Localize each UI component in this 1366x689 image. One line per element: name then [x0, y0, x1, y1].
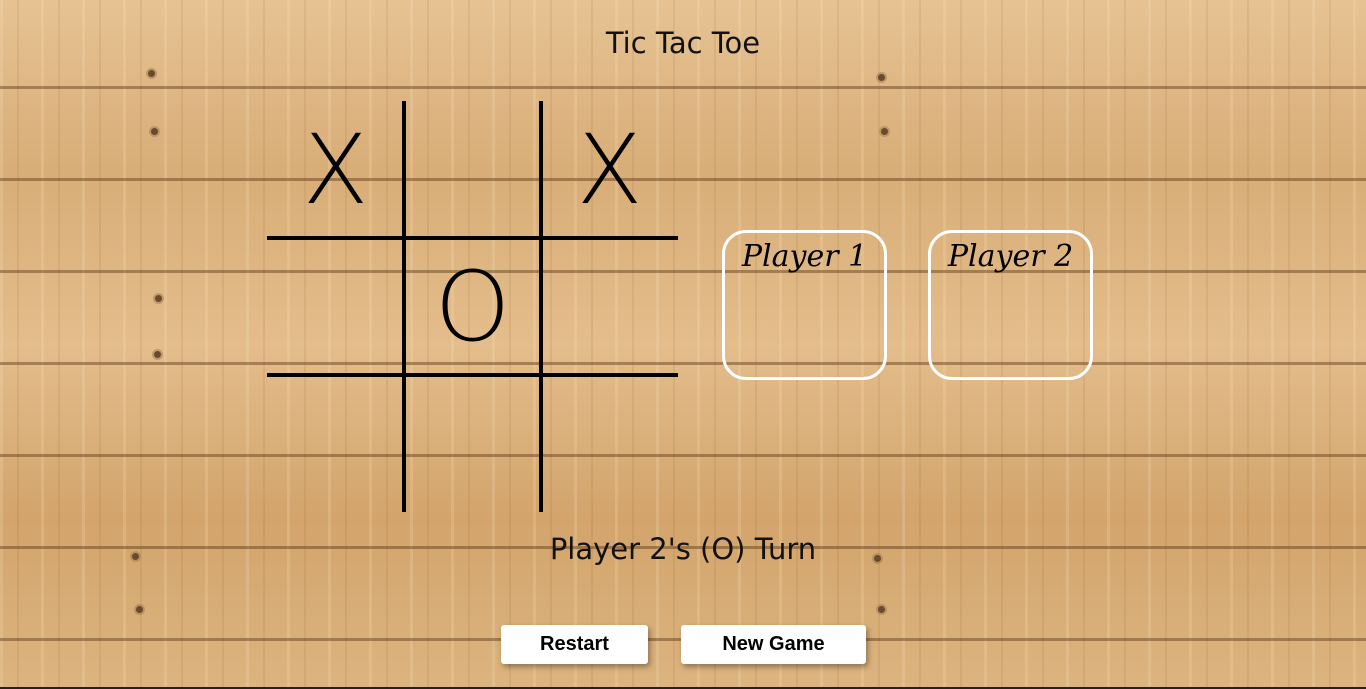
game-page: { "title": "Tic Tac Toe", "board": { "ce… [0, 0, 1366, 689]
board-cell[interactable] [267, 238, 404, 375]
board-cell[interactable] [404, 101, 541, 238]
player-2-card: Player 2 [928, 230, 1093, 380]
player-1-card: Player 1 [722, 230, 887, 380]
nail-decoration [878, 74, 885, 81]
board-cell[interactable]: O [404, 238, 541, 375]
board-cell[interactable]: X [267, 101, 404, 238]
nail-decoration [155, 295, 162, 302]
game-board: X X O [267, 101, 678, 512]
board-cell[interactable] [541, 238, 678, 375]
player-2-name: Player 2 [947, 239, 1074, 274]
board-cell[interactable] [267, 375, 404, 512]
turn-status: Player 2's (O) Turn [549, 532, 817, 566]
new-game-button[interactable]: New Game [681, 625, 866, 664]
board-cell[interactable] [541, 375, 678, 512]
board-cell[interactable]: X [541, 101, 678, 238]
player-1-name: Player 1 [741, 239, 868, 274]
page-title: Tic Tac Toe [605, 26, 761, 60]
nail-decoration [154, 351, 161, 358]
board-cell[interactable] [404, 375, 541, 512]
nail-decoration [151, 128, 158, 135]
nail-decoration [881, 128, 888, 135]
nail-decoration [136, 606, 143, 613]
nail-decoration [148, 70, 155, 77]
nail-decoration [878, 606, 885, 613]
restart-button[interactable]: Restart [501, 625, 648, 664]
